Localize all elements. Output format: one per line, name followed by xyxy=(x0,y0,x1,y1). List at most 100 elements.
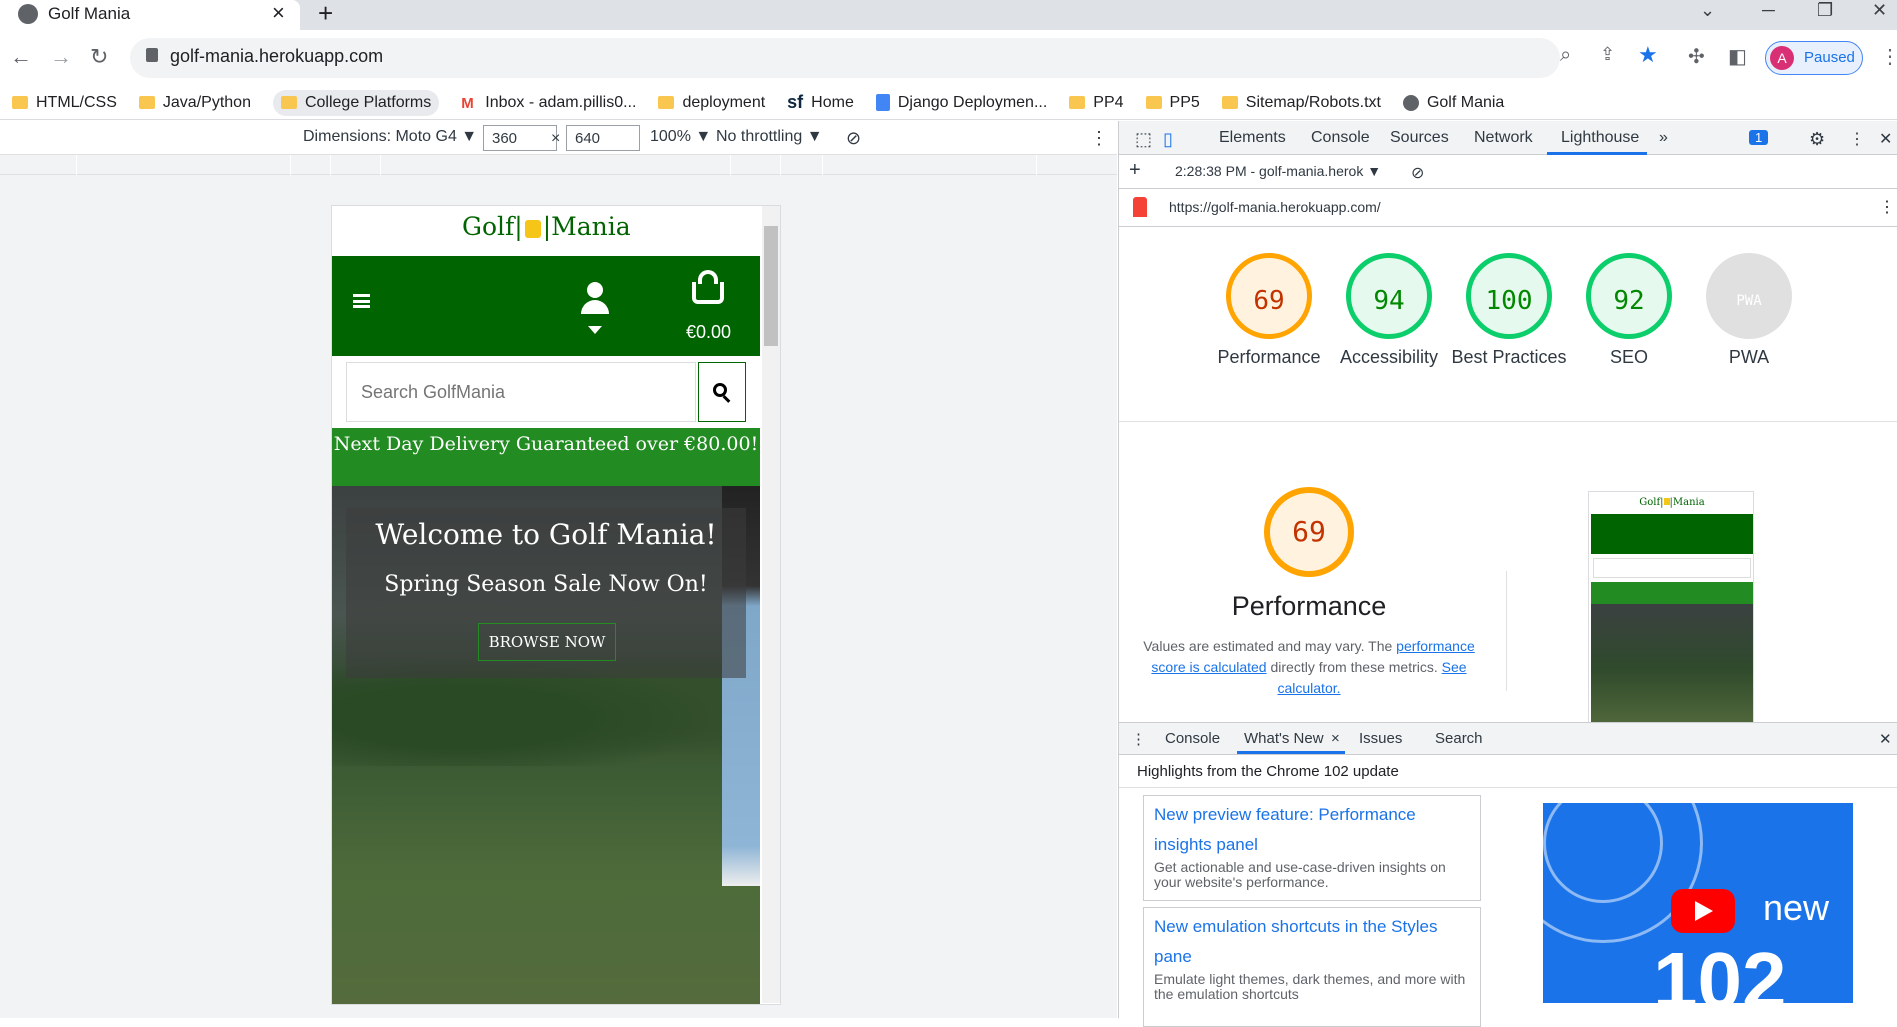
devtools-menu-icon[interactable]: ⋮ xyxy=(1849,129,1865,149)
drawer-menu-icon[interactable]: ⋮ xyxy=(1131,730,1146,748)
chrome-menu-icon[interactable]: ⋮ xyxy=(1880,44,1897,69)
browse-now-button[interactable]: BROWSE NOW xyxy=(478,623,616,661)
settings-icon[interactable]: ⚙ xyxy=(1809,129,1825,150)
rotate-icon[interactable]: ⊘ xyxy=(846,128,861,149)
hamburger-menu-icon[interactable] xyxy=(353,294,370,308)
folder-icon xyxy=(280,96,297,109)
report-select[interactable]: 2:28:38 PM - golf-mania.herok ▼ xyxy=(1175,163,1381,179)
zoom-icon[interactable]: ⌕ xyxy=(1560,44,1571,67)
device-select[interactable]: Dimensions: Moto G4 ▼ xyxy=(303,128,477,146)
issues-badge[interactable]: 1 xyxy=(1749,130,1769,145)
card-title[interactable]: New emulation shortcuts in the Styles pa… xyxy=(1154,912,1470,972)
profile-button[interactable]: A Paused xyxy=(1765,41,1863,75)
side-panel-icon[interactable]: ◧ xyxy=(1728,44,1747,69)
bookmark-home[interactable]: sf Home xyxy=(787,92,854,113)
close-tab-icon[interactable]: × xyxy=(272,0,285,26)
media-query-ruler[interactable] xyxy=(0,155,1117,175)
hero-subtitle: Spring Season Sale Now On! xyxy=(384,572,708,597)
bookmark-pp4[interactable]: PP4 xyxy=(1069,94,1124,112)
tab-search-icon[interactable]: ⌄ xyxy=(1700,0,1715,21)
browser-tab[interactable]: Golf Mania × xyxy=(0,0,300,30)
close-drawer-icon[interactable]: ✕ xyxy=(1879,730,1892,748)
report-url[interactable]: https://golf-mania.herokuapp.com/ xyxy=(1169,199,1381,215)
tab-sources[interactable]: Sources xyxy=(1390,129,1449,147)
drawer-tab-issues[interactable]: Issues xyxy=(1359,730,1402,747)
forward-icon[interactable]: → xyxy=(50,44,72,70)
close-devtools-icon[interactable]: ✕ xyxy=(1879,129,1892,149)
drawer-tab-search[interactable]: Search xyxy=(1435,730,1483,747)
accessibility-gauge[interactable]: 94 xyxy=(1346,253,1432,339)
logo-text-right: |Mania xyxy=(542,212,631,241)
page-screenshot-thumbnail[interactable]: Golf| |Mania xyxy=(1588,491,1754,731)
device-toggle-icon[interactable]: ▯ xyxy=(1163,129,1173,150)
user-icon[interactable] xyxy=(587,282,603,298)
gmail-icon: M xyxy=(461,94,474,112)
extensions-icon[interactable]: ✣ xyxy=(1688,44,1705,69)
bookmark-html-css[interactable]: HTML/CSS xyxy=(12,94,117,112)
scrollbar-thumb[interactable] xyxy=(764,226,778,346)
height-input[interactable] xyxy=(566,125,640,151)
card-description: Emulate light themes, dark themes, and m… xyxy=(1154,971,1466,1002)
lighthouse-toolbar: + 2:28:38 PM - golf-mania.herok ▼ ⊘ xyxy=(1119,155,1897,189)
new-report-icon[interactable]: + xyxy=(1129,159,1141,182)
share-icon[interactable]: ⇪ xyxy=(1600,44,1615,65)
whats-new-video[interactable]: new 102 xyxy=(1543,803,1853,1003)
more-tabs-icon[interactable]: » xyxy=(1659,129,1668,147)
globe-icon xyxy=(18,4,38,24)
performance-gauge[interactable]: 69 xyxy=(1226,253,1312,339)
clear-icon[interactable]: ⊘ xyxy=(1411,163,1424,183)
performance-label: Performance xyxy=(1217,347,1321,367)
bookmark-java-python[interactable]: Java/Python xyxy=(138,94,251,112)
play-triangle-icon xyxy=(1695,901,1713,921)
restore-icon[interactable]: ❐ xyxy=(1817,0,1833,21)
best-practices-gauge[interactable]: 100 xyxy=(1466,253,1552,339)
zoom-select[interactable]: 100% ▼ xyxy=(650,128,711,146)
back-icon[interactable]: ← xyxy=(10,44,32,70)
new-tab-icon[interactable]: + xyxy=(318,0,333,29)
accessibility-label: Accessibility xyxy=(1339,347,1439,367)
site-logo[interactable]: Golf| |Mania xyxy=(462,212,631,241)
search-input[interactable] xyxy=(346,362,696,422)
minimize-icon[interactable]: ─ xyxy=(1762,0,1775,21)
hero-image: Welcome to Golf Mania! Spring Season Sal… xyxy=(332,486,760,1004)
bookmark-label: Inbox - adam.pillis0... xyxy=(485,93,637,111)
drawer-tab-console[interactable]: Console xyxy=(1165,730,1220,747)
close-window-icon[interactable]: ✕ xyxy=(1872,0,1887,21)
tab-lighthouse[interactable]: Lighthouse xyxy=(1561,129,1639,147)
whats-new-card[interactable]: New preview feature: Performance insight… xyxy=(1143,795,1481,901)
search-button[interactable] xyxy=(698,362,746,422)
devtools-panel: ⬚ ▯ Elements Console Sources Network Lig… xyxy=(1118,121,1897,1027)
device-menu-icon[interactable]: ⋮ xyxy=(1090,128,1108,149)
bookmark-deployment[interactable]: deployment xyxy=(658,94,765,112)
close-whats-new-icon[interactable]: × xyxy=(1331,730,1340,747)
divider xyxy=(1119,421,1897,422)
bookmark-college-platforms[interactable]: College Platforms xyxy=(272,89,440,116)
bookmark-django[interactable]: Django Deploymen... xyxy=(875,94,1047,112)
basket-icon[interactable] xyxy=(692,282,724,304)
drawer-tab-whats-new[interactable]: What's New xyxy=(1244,730,1324,747)
bookmark-sitemap[interactable]: Sitemap/Robots.txt xyxy=(1221,94,1381,112)
report-menu-icon[interactable]: ⋮ xyxy=(1879,197,1895,217)
user-icon-body[interactable] xyxy=(581,300,609,314)
bookmark-pp5[interactable]: PP5 xyxy=(1145,94,1200,112)
tab-elements[interactable]: Elements xyxy=(1219,129,1286,147)
pwa-gauge[interactable]: PWA xyxy=(1706,253,1792,339)
url-text[interactable]: golf-mania.herokuapp.com xyxy=(170,46,383,67)
bookmark-golf-mania[interactable]: Golf Mania xyxy=(1402,94,1504,112)
throttle-select[interactable]: No throttling ▼ xyxy=(716,128,823,146)
whats-new-card[interactable]: New emulation shortcuts in the Styles pa… xyxy=(1143,907,1481,1027)
reload-icon[interactable]: ↻ xyxy=(90,44,108,70)
seo-gauge[interactable]: 92 xyxy=(1586,253,1672,339)
cart-total[interactable]: €0.00 xyxy=(686,322,731,343)
folder-icon xyxy=(12,96,28,109)
tab-console[interactable]: Console xyxy=(1311,129,1370,147)
bookmark-inbox[interactable]: M Inbox - adam.pillis0... xyxy=(461,94,636,112)
tab-network[interactable]: Network xyxy=(1474,129,1533,147)
card-title[interactable]: New preview feature: Performance insight… xyxy=(1154,800,1470,860)
width-input[interactable] xyxy=(483,125,557,151)
address-bar[interactable]: golf-mania.herokuapp.com ⌕ ⇪ ★ xyxy=(130,38,1658,78)
inspect-icon[interactable]: ⬚ xyxy=(1135,129,1152,150)
bookmark-star-icon[interactable]: ★ xyxy=(1638,42,1658,68)
caret-down-icon[interactable] xyxy=(588,326,602,334)
highlights-heading: Highlights from the Chrome 102 update xyxy=(1137,763,1399,780)
